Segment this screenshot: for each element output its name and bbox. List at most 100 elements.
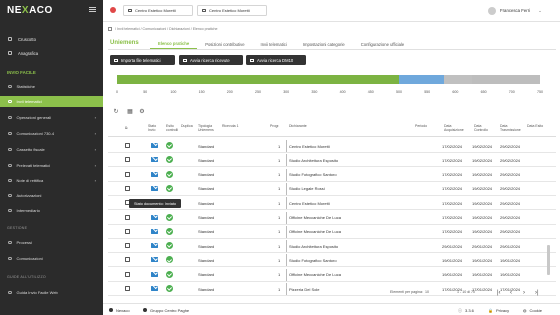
table-row[interactable]: Standard 1 Studio Fotografico Santoro 17/02… xyxy=(108,168,556,182)
progress-segment-2 xyxy=(444,75,473,84)
sidebar-item-note-rettifica[interactable]: Note di rettifica › xyxy=(0,175,103,186)
progress-tick-label: 100 xyxy=(170,90,177,94)
col-dichiarante[interactable]: Dichiarante xyxy=(289,124,307,128)
sidebar-item-operazioni-generali[interactable]: Operazioni generali › xyxy=(0,112,103,123)
sidebar-item-processi[interactable]: Processi xyxy=(0,237,103,248)
col-data-controllo[interactable]: Data Controllo xyxy=(474,124,492,132)
cell-data-acquisizione: 17/02/2024 xyxy=(442,172,463,178)
mail-sent-icon[interactable] xyxy=(151,228,158,234)
company-selector-1[interactable]: Centro Estetico Moretti xyxy=(123,5,193,16)
sidebar-item-prelevati[interactable]: Prelevati telematici › xyxy=(0,160,103,171)
check-circle-icon[interactable] xyxy=(166,142,173,149)
grid-icon[interactable]: ▦ xyxy=(127,109,133,115)
cell-data-trasmissione: 19/01/2024 xyxy=(500,257,521,263)
col-data-esito[interactable]: Data Esito xyxy=(527,124,543,128)
table-row[interactable]: Standard 1 Officine Meccaniche De Luca 17/0… xyxy=(108,225,556,239)
table-row[interactable]: Standard 1 Officine Meccaniche De Luca 19/0… xyxy=(108,268,556,282)
operations-icon xyxy=(8,115,12,120)
check-circle-icon[interactable] xyxy=(166,256,173,264)
tab-configurazione-ufficiale[interactable]: Configurazione ufficiale xyxy=(353,39,412,49)
row-checkbox[interactable] xyxy=(125,185,130,191)
brand-logo[interactable]: NE X ACO xyxy=(7,4,67,16)
row-checkbox[interactable] xyxy=(125,157,130,163)
scrollbar[interactable] xyxy=(547,245,550,275)
col-data-trasmissione[interactable]: Data Trasmissione xyxy=(500,124,522,132)
tab-elenco-pratiche[interactable]: Elenco pratiche xyxy=(150,39,198,49)
prev-page-icon[interactable]: ‹ xyxy=(510,290,512,296)
check-circle-icon[interactable] xyxy=(166,227,173,235)
table-row[interactable]: Standard 1 Pizzeria Del Sole 17/01/2024 17/0… xyxy=(108,282,556,296)
table-row[interactable]: Standard 1 Officine Meccaniche De Luca 17/0… xyxy=(108,211,556,225)
mail-sent-icon[interactable] xyxy=(151,286,158,291)
sidebar-item-anagrafica[interactable]: Anagrafica xyxy=(0,47,103,59)
col-progr[interactable]: Progr. xyxy=(270,124,279,128)
note-icon xyxy=(8,178,12,183)
check-circle-icon[interactable] xyxy=(166,285,173,292)
row-checkbox[interactable] xyxy=(125,271,130,277)
row-checkbox[interactable] xyxy=(125,214,130,220)
privacy-link[interactable]: Privacy xyxy=(496,308,509,313)
mail-sent-icon[interactable] xyxy=(151,214,158,220)
sidebar-item-comunicazioni[interactable]: Comunicazioni xyxy=(0,253,103,264)
table-row[interactable]: Standard 1 Centro Estetico Moretti 17/02/20… xyxy=(108,139,556,153)
mail-sent-icon[interactable] xyxy=(151,157,158,163)
check-circle-icon[interactable] xyxy=(166,213,173,221)
last-page-icon[interactable]: ›| xyxy=(535,290,539,296)
table-row[interactable]: Standard 1 Studio Architettura Esposito 17/… xyxy=(108,153,556,168)
check-circle-icon[interactable] xyxy=(166,170,173,178)
col-tipologia[interactable]: Tipologia Uniemens xyxy=(198,124,220,132)
select-all-icon[interactable]: ⧉ xyxy=(125,126,128,130)
table-row[interactable]: Standard 1 Studio Legale Rossi 17/02/2024 19… xyxy=(108,182,556,196)
tab-impostazioni-categorie[interactable]: Impostazioni categorie xyxy=(295,39,353,49)
import-files-button[interactable]: Importa file telematici xyxy=(110,55,175,65)
sidebar-item-guida[interactable]: Guida Invio Facile Web xyxy=(0,287,103,298)
col-periodo[interactable]: Periodo xyxy=(415,124,427,128)
row-checkbox[interactable] xyxy=(125,171,130,177)
mail-sent-icon[interactable] xyxy=(151,185,158,191)
col-data-acquisizione[interactable]: Data Acquisizione xyxy=(444,124,468,132)
company-selector-2[interactable]: Centro Estetico Moretti xyxy=(197,5,267,16)
col-duplica[interactable]: Duplica xyxy=(181,124,193,128)
tab-invii-telematici[interactable]: Invii telematici xyxy=(253,39,295,49)
check-circle-icon[interactable] xyxy=(166,156,173,164)
col-esito[interactable]: Esito controlli xyxy=(166,124,180,132)
tab-posizioni-contributive[interactable]: Posizioni contributive xyxy=(197,39,252,49)
sidebar-item-comunicazioni-730[interactable]: Comunicazioni 730-4 › xyxy=(0,128,103,139)
per-page-select[interactable]: 10 xyxy=(425,290,429,294)
mail-sent-icon[interactable] xyxy=(151,257,158,263)
sidebar-item-cruscotto[interactable]: Cruscotto xyxy=(0,33,103,45)
sidebar-item-invii-telematici[interactable]: Invii telematici xyxy=(0,96,103,107)
sidebar-item-intermediario[interactable]: Intermediario xyxy=(0,205,103,216)
row-checkbox[interactable] xyxy=(125,286,130,291)
gear-icon[interactable]: ⚙ xyxy=(139,109,145,115)
user-menu[interactable]: Francesca Ferri ⌄ xyxy=(488,4,542,17)
sidebar-item-cassetto-fiscale[interactable]: Cassetto fiscale › xyxy=(0,144,103,155)
row-checkbox[interactable] xyxy=(125,228,130,234)
row-checkbox[interactable] xyxy=(125,143,130,148)
sidebar-item-autorizzazioni[interactable]: Autorizzazioni xyxy=(0,190,103,201)
mail-sent-icon[interactable] xyxy=(151,171,158,177)
per-page-label: Elementi per pagina: xyxy=(390,290,423,294)
first-page-icon[interactable]: |‹ xyxy=(497,290,501,296)
table-row[interactable]: Standard 1 Studio Fotografico Santoro 19/01… xyxy=(108,253,556,268)
search-receipts-button[interactable]: Avvia ricerca ricevute xyxy=(179,55,243,65)
search-dm10-button[interactable]: Avvia ricerca DM10 xyxy=(246,55,306,65)
cookie-link[interactable]: Cookie xyxy=(530,308,542,313)
row-checkbox[interactable] xyxy=(125,243,130,249)
mail-sent-icon[interactable] xyxy=(151,243,158,249)
row-checkbox[interactable] xyxy=(125,257,130,263)
app-mini-logo-icon xyxy=(110,7,116,13)
next-page-icon[interactable]: › xyxy=(523,290,525,296)
menu-toggle-icon[interactable] xyxy=(89,7,96,12)
home-icon[interactable] xyxy=(108,27,112,31)
check-circle-icon[interactable] xyxy=(166,184,173,192)
sidebar-item-statistiche[interactable]: Statistiche xyxy=(0,81,103,92)
table-row[interactable]: Standard 1 Studio Architettura Esposito 29/… xyxy=(108,239,556,254)
mail-sent-icon[interactable] xyxy=(151,143,158,148)
mail-sent-icon[interactable] xyxy=(151,271,158,277)
check-circle-icon[interactable] xyxy=(166,242,173,250)
check-circle-icon[interactable] xyxy=(166,270,173,278)
refresh-icon[interactable]: ↻ xyxy=(113,109,119,115)
col-stato-invio[interactable]: Stato Invio xyxy=(148,124,162,132)
col-ricevuta[interactable]: Ricevuta 1 xyxy=(222,124,239,128)
